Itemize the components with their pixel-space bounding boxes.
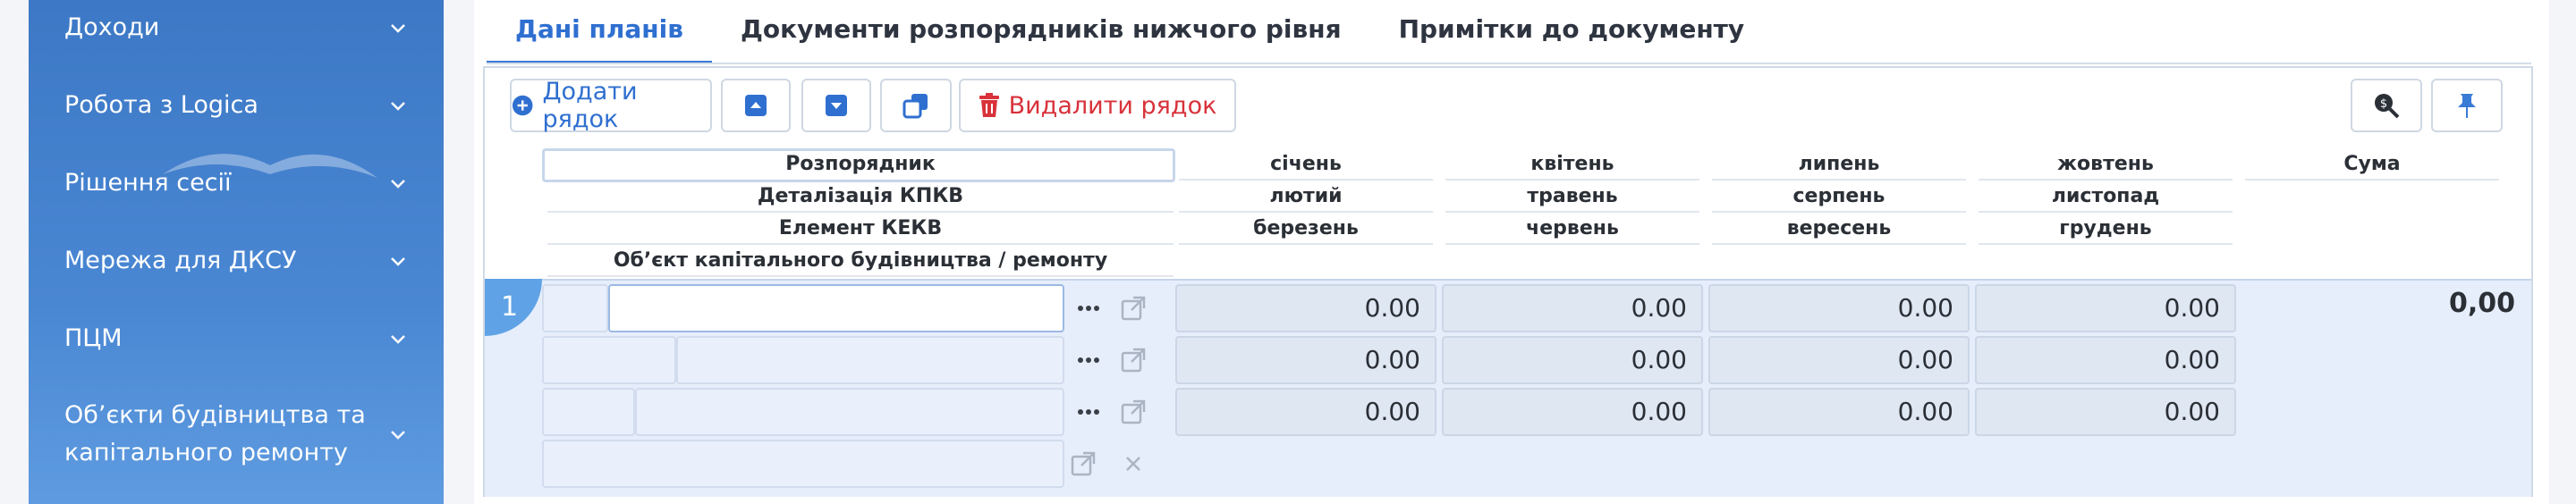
tab-document-notes[interactable]: Примітки до документу [1370, 0, 1774, 64]
month-value-cell[interactable]: 0.00 [1442, 388, 1703, 436]
month-value-cell[interactable]: 0.00 [1975, 284, 2236, 332]
header-rozporiadnyk[interactable]: Розпорядник [547, 148, 1174, 181]
sidebar-item-logica[interactable]: Робота з Logica [29, 87, 444, 124]
month-value-cell[interactable]: 0.00 [1975, 388, 2236, 436]
more-icon[interactable] [1068, 336, 1109, 384]
header-month[interactable]: квітень [1445, 148, 1699, 181]
copy-row-button[interactable] [880, 79, 952, 132]
sidebar-item-construction-objects[interactable]: Об’єкти будівництва та капітального ремо… [29, 397, 444, 472]
chevron-down-icon [388, 18, 408, 38]
header-month[interactable]: жовтень [1979, 148, 2233, 181]
chevron-down-icon [388, 424, 408, 444]
header-month[interactable]: січень [1179, 148, 1433, 181]
pin-button[interactable] [2431, 79, 2503, 132]
header-month[interactable]: листопад [1979, 181, 2233, 213]
external-link-icon[interactable] [1113, 388, 1154, 436]
sidebar-item-income[interactable]: Доходи [29, 9, 444, 46]
month-value-cell[interactable]: 0.00 [1975, 336, 2236, 384]
external-link-icon[interactable] [1063, 440, 1104, 488]
pin-icon [2458, 94, 2476, 118]
sidebar-item-session-decisions[interactable]: Рішення сесії [29, 164, 444, 202]
tab-plan-data[interactable]: Дані планів [487, 0, 712, 64]
month-value-cell[interactable]: 0.00 [1175, 388, 1436, 436]
sidebar-item-label-line1: Об’єкти будівництва та [64, 401, 366, 429]
sidebar-item-pcm[interactable]: ПЦМ [29, 320, 444, 357]
more-icon[interactable] [1068, 388, 1109, 436]
header-month[interactable]: березень [1179, 213, 1433, 245]
sidebar-item-label: Рішення сесії [64, 169, 232, 197]
caret-up-square-icon [745, 95, 767, 116]
rozporiadnyk-input[interactable] [608, 284, 1064, 332]
chevron-down-icon [388, 96, 408, 115]
header-capital-object[interactable]: Об’єкт капітального будівництва / ремонт… [547, 245, 1174, 277]
sidebar-item-dksu-network[interactable]: Мережа для ДКСУ [29, 242, 444, 280]
row-sum: 0,00 [2448, 288, 2515, 319]
delete-row-button[interactable]: Видалити рядок [959, 79, 1236, 132]
header-month[interactable]: червень [1445, 213, 1699, 245]
delete-row-label: Видалити рядок [1008, 91, 1217, 120]
month-value-cell[interactable]: 0.00 [1708, 388, 1970, 436]
kekv-code-cell[interactable] [542, 388, 635, 436]
header-kekv-element[interactable]: Елемент КЕКВ [547, 213, 1174, 245]
header-month[interactable]: травень [1445, 181, 1699, 213]
main-content: Дані планів Документи розпорядників нижч… [474, 0, 2549, 504]
sidebar-item-label: Об’єкти будівництва та капітального ремо… [64, 397, 388, 472]
add-row-button[interactable]: Додати рядок [510, 78, 712, 133]
header-kpkv-detail[interactable]: Деталізація КПКВ [547, 181, 1174, 213]
header-month[interactable]: лютий [1179, 181, 1433, 213]
sidebar-item-label-line2: капітального ремонту [64, 439, 348, 466]
search-button[interactable]: $ [2351, 79, 2422, 132]
plus-circle-icon [512, 95, 533, 116]
search-dollar-icon: $ [2375, 94, 2400, 119]
clear-icon[interactable] [1113, 440, 1154, 488]
chevron-down-icon [388, 251, 408, 271]
external-link-icon[interactable] [1113, 336, 1154, 384]
external-link-icon[interactable] [1113, 284, 1154, 332]
month-value-cell[interactable]: 0.00 [1442, 284, 1703, 332]
month-value-cell[interactable]: 0.00 [1175, 284, 1436, 332]
sidebar-item-label: Доходи [64, 13, 160, 41]
sidebar-item-label: Робота з Logica [64, 91, 258, 119]
trash-icon [979, 93, 999, 117]
month-value-cell[interactable]: 0.00 [1708, 284, 1970, 332]
header-month[interactable]: грудень [1979, 213, 2233, 245]
tab-subordinate-documents[interactable]: Документи розпорядників нижчого рівня [712, 0, 1370, 64]
month-value-cell[interactable]: 0.00 [1175, 336, 1436, 384]
chevron-down-icon [388, 329, 408, 349]
caret-down-square-icon [826, 95, 847, 116]
tab-bar: Дані планів Документи розпорядників нижч… [487, 0, 1773, 64]
tabs-divider [487, 63, 2531, 64]
grid-toolbar: Додати рядок Видалити рядок $ [485, 68, 2531, 148]
kpkv-code-cell[interactable] [542, 336, 676, 384]
capital-object-input[interactable] [542, 440, 1064, 488]
header-month[interactable]: вересень [1712, 213, 1966, 245]
add-row-label: Додати рядок [542, 78, 638, 133]
header-month[interactable]: липень [1712, 148, 1966, 181]
kpkv-input[interactable] [676, 336, 1064, 384]
sidebar-item-label: Мережа для ДКСУ [64, 247, 297, 274]
header-month[interactable]: серпень [1712, 181, 1966, 213]
header-sum[interactable]: Сума [2245, 148, 2499, 181]
month-value-cell[interactable]: 0.00 [1442, 336, 1703, 384]
move-down-button[interactable] [801, 79, 871, 132]
sidebar-item-label: ПЦМ [64, 324, 123, 352]
move-up-button[interactable] [721, 79, 791, 132]
copy-icon [902, 94, 928, 119]
month-value-cell[interactable]: 0.00 [1708, 336, 1970, 384]
rozporiadnyk-code-cell[interactable] [542, 284, 608, 332]
chevron-down-icon [388, 173, 408, 193]
plan-grid: Додати рядок Видалити рядок $ Розпорядни… [483, 66, 2533, 497]
sidebar: Доходи Робота з Logica Рішення сесії Мер… [29, 0, 444, 504]
svg-text:$: $ [2380, 97, 2387, 111]
kekv-input[interactable] [635, 388, 1064, 436]
more-icon[interactable] [1068, 284, 1109, 332]
